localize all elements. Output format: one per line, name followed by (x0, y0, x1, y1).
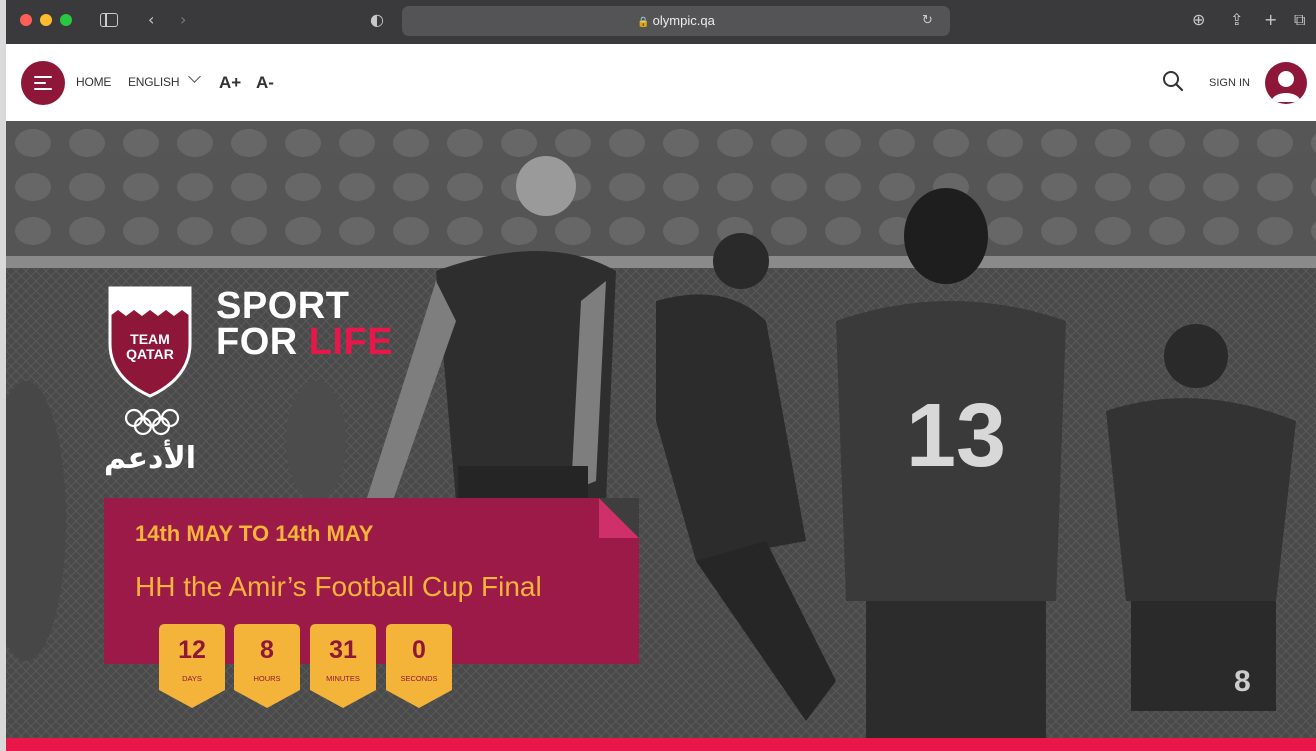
countdown-seconds-value: 0 (412, 636, 426, 664)
download-icon[interactable]: ⊕ (1192, 10, 1205, 30)
countdown-minutes: 31 MINUTES (310, 624, 376, 708)
event-date: 14th MAY TO 14th MAY (135, 521, 374, 546)
sidebar-toggle-icon[interactable] (100, 13, 118, 27)
svg-text:13: 13 (906, 386, 1006, 486)
slogan: SPORT FOR LIFE (216, 285, 394, 363)
menu-button[interactable] (21, 61, 65, 105)
countdown-days: 12 DAYS (159, 624, 225, 708)
forward-icon[interactable]: › (180, 10, 186, 30)
team-qatar-logo: TEAM QATAR (108, 286, 192, 398)
avatar[interactable] (1265, 62, 1307, 104)
svg-text:8: 8 (1234, 665, 1251, 698)
countdown-minutes-value: 31 (329, 636, 357, 664)
countdown-hours: 8 HOURS (234, 624, 300, 708)
minimize-window-button[interactable] (40, 14, 52, 26)
accent-strip (6, 738, 1316, 751)
tab-overview-icon[interactable]: ⧉ (1294, 10, 1305, 30)
countdown-hours-label: HOURS (253, 674, 281, 683)
privacy-shield-icon[interactable]: ◐ (370, 10, 384, 30)
zoom-window-button[interactable] (60, 14, 72, 26)
svg-text:TEAM: TEAM (130, 331, 170, 347)
svg-text:QATAR: QATAR (126, 346, 174, 362)
lock-icon: 🔒 (637, 17, 650, 28)
sign-in-link[interactable]: SIGN IN (1209, 77, 1250, 89)
new-tab-icon[interactable]: + (1264, 10, 1277, 30)
countdown-minutes-label: MINUTES (326, 674, 360, 683)
address-bar[interactable]: 🔒 olympic.qa ↻ (402, 6, 950, 36)
chevron-down-icon[interactable] (188, 70, 201, 83)
share-icon[interactable]: ⇪ (1230, 10, 1243, 30)
countdown-seconds: 0 SECONDS (386, 624, 452, 708)
olympic-rings-icon (124, 408, 180, 436)
reload-icon[interactable]: ↻ (922, 11, 933, 31)
countdown-days-label: DAYS (182, 674, 202, 683)
slogan-line-2a: FOR (216, 321, 309, 363)
language-selector[interactable]: ENGLISH (128, 75, 179, 89)
nav-home-link[interactable]: HOME (76, 75, 111, 89)
card-fold-corner (599, 498, 639, 538)
close-window-button[interactable] (20, 14, 32, 26)
countdown-seconds-label: SECONDS (400, 674, 438, 683)
font-increase-button[interactable]: A+ (219, 73, 241, 93)
countdown-days-value: 12 (178, 636, 206, 664)
event-title[interactable]: HH the Amir’s Football Cup Final (135, 571, 542, 603)
site-header: HOME ENGLISH A+ A- SIGN IN (6, 44, 1316, 121)
url-text: olympic.qa (652, 13, 715, 28)
countdown-hours-value: 8 (260, 636, 274, 664)
arabic-brand-name: الأدعم (104, 441, 197, 476)
hero-banner: 13 8 TEAM QATAR SPORT FOR LIFE الأدعم 14… (6, 121, 1316, 751)
font-decrease-button[interactable]: A- (256, 73, 274, 93)
browser-toolbar: ‹ › ◐ 🔒 olympic.qa ↻ ⊕ ⇪ + ⧉ (6, 0, 1316, 44)
slogan-line-2b: LIFE (308, 321, 394, 363)
back-icon[interactable]: ‹ (148, 10, 154, 30)
user-icon (1271, 71, 1301, 102)
search-icon[interactable] (1162, 70, 1184, 92)
slogan-line-1: SPORT (216, 285, 350, 327)
